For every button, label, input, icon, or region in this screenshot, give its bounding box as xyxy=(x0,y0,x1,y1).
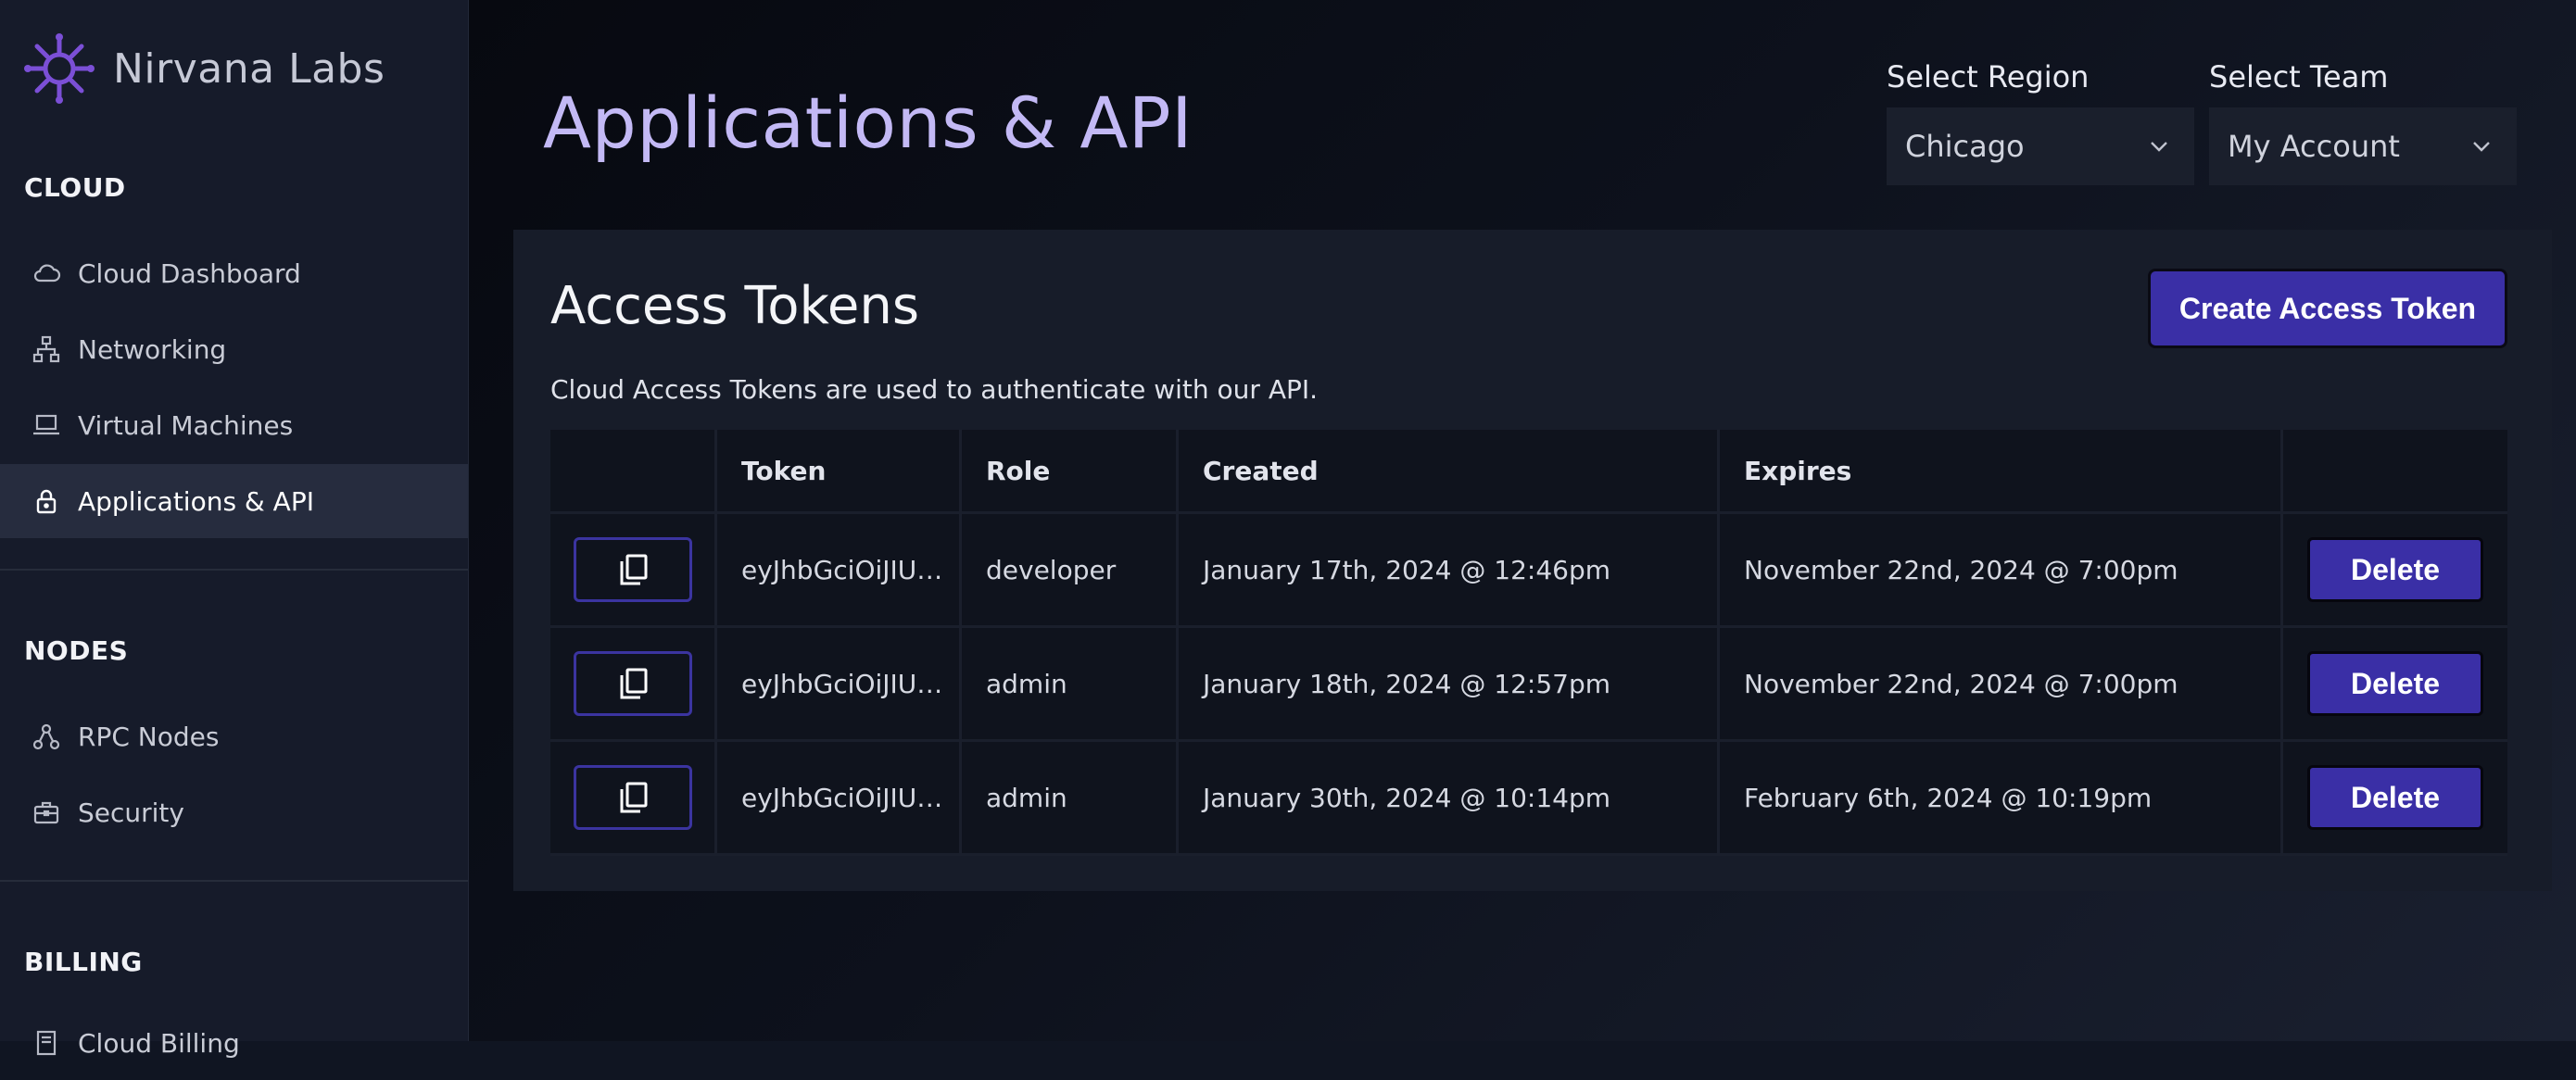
receipt-icon xyxy=(30,1026,63,1060)
sidebar-divider xyxy=(0,880,468,882)
column-header-token: Token xyxy=(717,430,962,511)
token-cell: eyJhbGciOiJIU… xyxy=(717,514,962,625)
sidebar-item-label: Virtual Machines xyxy=(78,409,294,441)
copy-token-button[interactable] xyxy=(573,537,692,602)
copy-token-button[interactable] xyxy=(573,651,692,716)
sidebar-item-label: RPC Nodes xyxy=(78,721,220,752)
section-title-cloud: CLOUD xyxy=(24,172,126,203)
page-title: Applications & API xyxy=(543,82,1193,164)
column-header-expires: Expires xyxy=(1720,430,2283,511)
column-header-role: Role xyxy=(962,430,1179,511)
sidebar-item-security[interactable]: Security xyxy=(0,775,468,849)
created-cell: January 17th, 2024 @ 12:46pm xyxy=(1179,514,1720,625)
create-access-token-button[interactable]: Create Access Token xyxy=(2148,269,2507,348)
tokens-table: Token Role Created Expires eyJhbGciOiJIU… xyxy=(550,430,2507,856)
sidebar-item-label: Security xyxy=(78,797,184,828)
role-cell: admin xyxy=(962,628,1179,739)
role-cell: developer xyxy=(962,514,1179,625)
lock-icon xyxy=(30,484,63,518)
sidebar-item-applications-api[interactable]: Applications & API xyxy=(0,464,468,538)
card-description: Cloud Access Tokens are used to authenti… xyxy=(550,374,1319,405)
sidebar-item-networking[interactable]: Networking xyxy=(0,312,468,386)
expires-cell: February 6th, 2024 @ 10:19pm xyxy=(1720,742,2283,853)
sidebar-divider xyxy=(0,569,468,571)
main-content: Applications & API Select Region Chicago… xyxy=(469,0,2576,1041)
expires-cell: November 22nd, 2024 @ 7:00pm xyxy=(1720,628,2283,739)
sidebar-item-label: Applications & API xyxy=(78,485,314,517)
role-cell: admin xyxy=(962,742,1179,853)
column-header-copy xyxy=(550,430,717,511)
card-title: Access Tokens xyxy=(550,276,920,336)
team-select[interactable]: My Account xyxy=(2209,107,2517,185)
sidebar-item-cloud-billing[interactable]: Cloud Billing xyxy=(0,1006,468,1080)
delete-token-button[interactable]: Delete xyxy=(2307,537,2483,602)
table-header-row: Token Role Created Expires xyxy=(550,430,2507,514)
nodes-icon xyxy=(30,720,63,753)
action-cell: Delete xyxy=(2283,628,2507,739)
section-title-billing: BILLING xyxy=(24,947,143,977)
sidebar-item-virtual-machines[interactable]: Virtual Machines xyxy=(0,388,468,462)
laptop-icon xyxy=(30,408,63,442)
copy-icon xyxy=(620,668,647,699)
sidebar: Nirvana Labs CLOUD Cloud Dashboard Netwo… xyxy=(0,0,469,1059)
sidebar-item-label: Cloud Billing xyxy=(78,1027,240,1059)
column-header-created: Created xyxy=(1179,430,1720,511)
region-select-label: Select Region xyxy=(1887,59,2090,94)
copy-icon xyxy=(620,782,647,813)
sidebar-item-label: Networking xyxy=(78,333,227,365)
action-cell: Delete xyxy=(2283,514,2507,625)
copy-cell xyxy=(550,628,717,739)
network-icon xyxy=(30,333,63,366)
sidebar-item-cloud-dashboard[interactable]: Cloud Dashboard xyxy=(0,236,468,310)
created-cell: January 18th, 2024 @ 12:57pm xyxy=(1179,628,1720,739)
sidebar-item-rpc-nodes[interactable]: RPC Nodes xyxy=(0,699,468,773)
token-cell: eyJhbGciOiJIU… xyxy=(717,742,962,853)
brand[interactable]: Nirvana Labs xyxy=(24,33,385,104)
table-row: eyJhbGciOiJIU… admin January 18th, 2024 … xyxy=(550,628,2507,742)
team-select-value: My Account xyxy=(2228,129,2400,164)
chevron-down-icon xyxy=(2151,142,2167,152)
token-cell: eyJhbGciOiJIU… xyxy=(717,628,962,739)
copy-cell xyxy=(550,742,717,853)
delete-token-button[interactable]: Delete xyxy=(2307,651,2483,716)
nirvana-logo-icon xyxy=(24,33,95,104)
region-select-value: Chicago xyxy=(1905,129,2025,164)
copy-token-button[interactable] xyxy=(573,765,692,830)
region-select[interactable]: Chicago xyxy=(1887,107,2194,185)
chevron-down-icon xyxy=(2473,142,2490,152)
column-header-actions xyxy=(2283,430,2507,511)
access-tokens-card: Access Tokens Cloud Access Tokens are us… xyxy=(513,230,2552,891)
expires-cell: November 22nd, 2024 @ 7:00pm xyxy=(1720,514,2283,625)
brand-name: Nirvana Labs xyxy=(113,44,385,93)
briefcase-icon xyxy=(30,796,63,829)
section-title-nodes: NODES xyxy=(24,635,129,666)
cloud-icon xyxy=(30,257,63,290)
sidebar-item-label: Cloud Dashboard xyxy=(78,257,301,289)
table-row: eyJhbGciOiJIU… admin January 30th, 2024 … xyxy=(550,742,2507,856)
copy-icon xyxy=(620,554,647,585)
created-cell: January 30th, 2024 @ 10:14pm xyxy=(1179,742,1720,853)
copy-cell xyxy=(550,514,717,625)
team-select-label: Select Team xyxy=(2209,59,2389,94)
action-cell: Delete xyxy=(2283,742,2507,853)
table-row: eyJhbGciOiJIU… developer January 17th, 2… xyxy=(550,514,2507,628)
delete-token-button[interactable]: Delete xyxy=(2307,765,2483,830)
